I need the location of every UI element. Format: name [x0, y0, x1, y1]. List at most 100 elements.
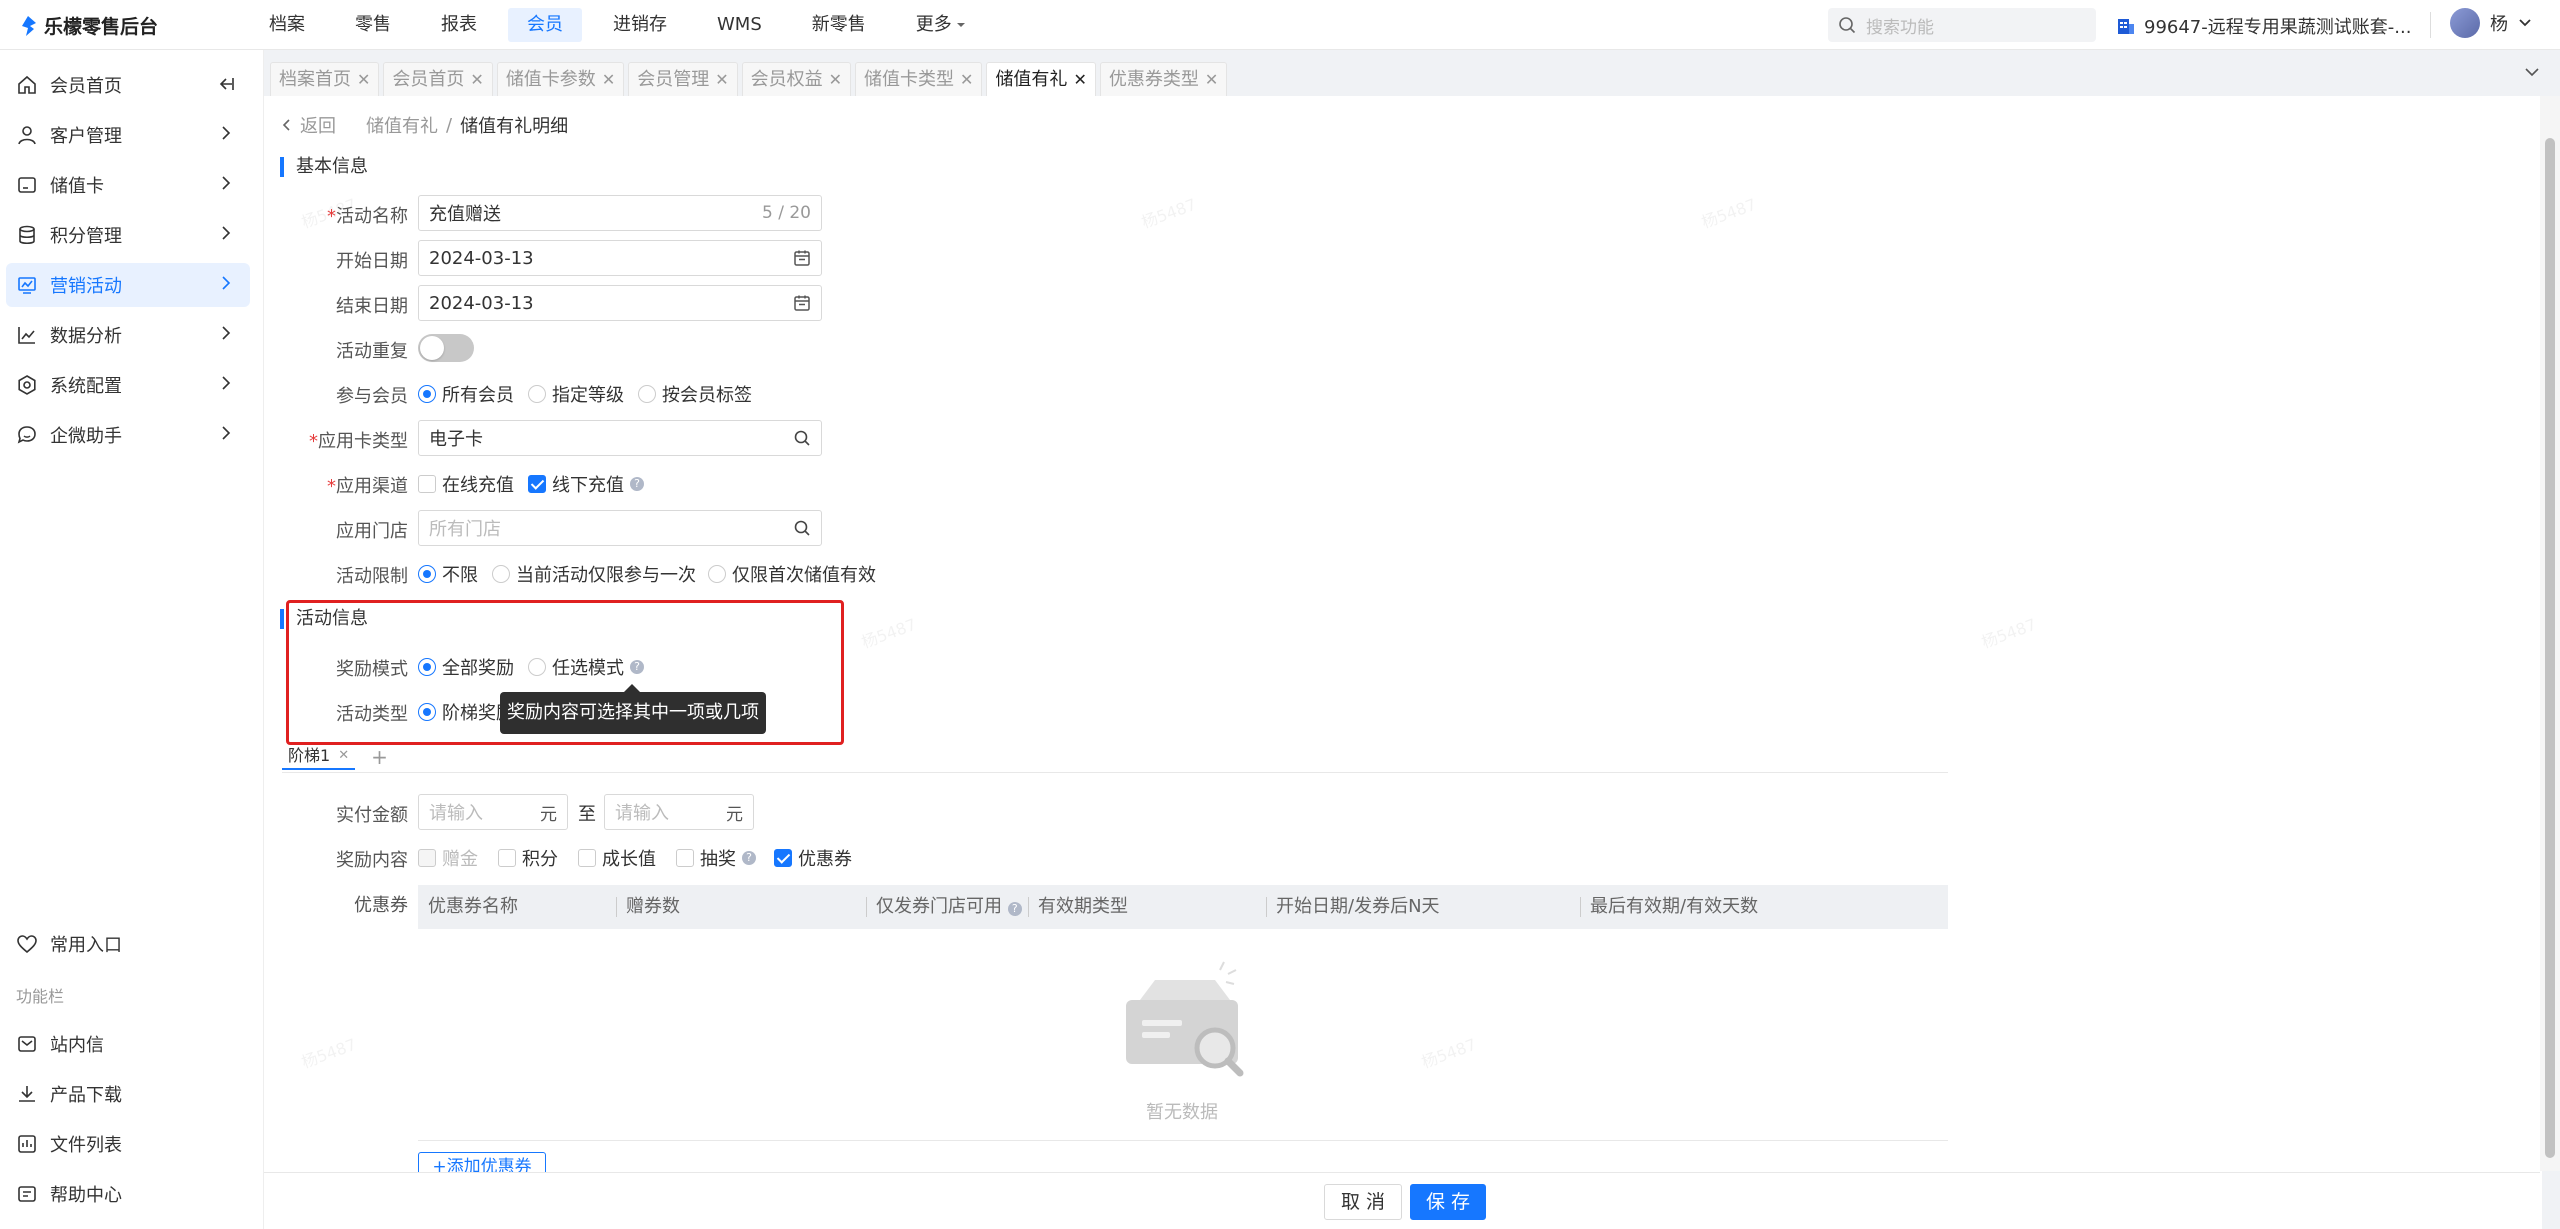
- checkbox-box: [676, 849, 694, 867]
- close-icon[interactable]: ✕: [470, 63, 483, 97]
- sidebar-item-analytics[interactable]: 数据分析: [6, 313, 250, 357]
- collapse-sidebar-icon[interactable]: [216, 74, 236, 94]
- checkbox-coupon[interactable]: 优惠券: [774, 845, 852, 871]
- nav-report[interactable]: 报表: [422, 8, 496, 42]
- nav-member[interactable]: 会员: [508, 8, 582, 42]
- save-button[interactable]: 保 存: [1410, 1184, 1486, 1220]
- radio-dot: [418, 565, 436, 583]
- input-value: 2024-03-13: [429, 292, 534, 314]
- checkbox-lottery[interactable]: 抽奖?: [676, 845, 756, 871]
- start-date-picker[interactable]: 2024-03-13: [418, 240, 822, 276]
- option-label: 抽奖: [700, 849, 736, 870]
- radio-first-recharge[interactable]: 仅限首次储值有效: [708, 561, 876, 587]
- end-date-label: 结束日期: [336, 296, 408, 317]
- sidebar-item-help[interactable]: 帮助中心: [6, 1172, 250, 1216]
- sidebar-item-member-home[interactable]: 会员首页: [6, 63, 250, 107]
- scrollbar[interactable]: [2540, 96, 2560, 1171]
- tab-stored-value-gift[interactable]: 储值有礼 ✕: [986, 62, 1096, 97]
- sidebar-item-downloads[interactable]: 产品下载: [6, 1072, 250, 1116]
- tier-tab-1[interactable]: 阶梯1 ✕: [282, 743, 356, 770]
- tab-stored-card-params[interactable]: 储值卡参数 ✕: [496, 62, 625, 97]
- sidebar-item-stored-card[interactable]: 储值卡: [6, 163, 250, 207]
- radio-member-tag[interactable]: 按会员标签: [638, 381, 752, 407]
- coupon-label: 优惠券: [354, 895, 408, 916]
- option-label: 线下充值: [552, 475, 624, 496]
- cancel-button[interactable]: 取 消: [1324, 1184, 1402, 1220]
- sidebar-item-points[interactable]: 积分管理: [6, 213, 250, 257]
- tab-member-management[interactable]: 会员管理 ✕: [628, 62, 738, 97]
- sidebar-item-messages[interactable]: 站内信: [6, 1022, 250, 1066]
- close-icon[interactable]: ✕: [829, 63, 842, 97]
- nav-more[interactable]: 更多: [897, 8, 985, 42]
- search-icon[interactable]: [793, 519, 811, 537]
- tab-label: 档案首页: [279, 68, 351, 90]
- end-date-picker[interactable]: 2024-03-13: [418, 285, 822, 321]
- empty-text: 暂无数据: [1146, 1102, 1218, 1123]
- help-icon[interactable]: ?: [742, 851, 756, 865]
- back-link[interactable]: 返回: [280, 112, 336, 138]
- divider: [282, 772, 1948, 773]
- checkbox-points[interactable]: 积分: [498, 845, 558, 871]
- chevron-left-icon: [282, 119, 290, 131]
- checkbox-online-recharge[interactable]: 在线充值: [418, 471, 514, 497]
- tab-archive-home[interactable]: 档案首页 ✕: [270, 62, 380, 97]
- sidebar-item-label: 积分管理: [50, 226, 122, 247]
- close-icon[interactable]: ✕: [602, 63, 615, 97]
- breadcrumb-parent[interactable]: 储值有礼: [366, 112, 438, 138]
- scrollbar-thumb[interactable]: [2545, 138, 2555, 1158]
- activity-name-input[interactable]: 充值赠送 5 / 20: [418, 195, 822, 231]
- tab-member-home[interactable]: 会员首页 ✕: [383, 62, 493, 97]
- checkbox-box: [528, 475, 546, 493]
- sidebar-item-favorites[interactable]: 常用入口: [6, 922, 250, 966]
- store-input[interactable]: 所有门店: [418, 510, 822, 546]
- top-nav: 档案 零售 报表 会员 进销存 WMS 新零售 更多: [250, 0, 997, 50]
- help-icon[interactable]: ?: [630, 477, 644, 491]
- app-logo[interactable]: 乐檬零售后台: [18, 12, 158, 39]
- reward-content-label: 奖励内容: [336, 850, 408, 871]
- close-icon[interactable]: ✕: [715, 63, 728, 97]
- checkbox-bonus[interactable]: 赠金: [418, 845, 478, 871]
- nav-wms[interactable]: WMS: [698, 8, 781, 42]
- nav-retail[interactable]: 零售: [336, 8, 410, 42]
- nav-archive[interactable]: 档案: [250, 8, 324, 42]
- radio-once-only[interactable]: 当前活动仅限参与一次: [492, 561, 696, 587]
- sidebar-item-marketing[interactable]: 营销活动: [6, 263, 250, 307]
- close-icon[interactable]: ✕: [1073, 63, 1086, 97]
- radio-all-members[interactable]: 所有会员: [418, 381, 514, 407]
- checkbox-box: [578, 849, 596, 867]
- column-header: 赠券数: [616, 885, 866, 929]
- search-icon[interactable]: [793, 429, 811, 447]
- close-icon[interactable]: ✕: [960, 63, 973, 97]
- radio-specified-level[interactable]: 指定等级: [528, 381, 624, 407]
- home-icon: [18, 75, 36, 94]
- radio-no-limit[interactable]: 不限: [418, 561, 478, 587]
- tier-tabs: 阶梯1 ✕ +: [282, 744, 388, 770]
- feature-search[interactable]: 搜索功能: [1828, 8, 2096, 42]
- nav-inventory[interactable]: 进销存: [594, 8, 686, 42]
- sidebar-item-wecom-assistant[interactable]: 企微助手: [6, 413, 250, 457]
- sidebar-item-settings[interactable]: 系统配置: [6, 363, 250, 407]
- store-selector[interactable]: 99647-远程专用果蔬测试账套-...: [2116, 13, 2411, 39]
- card-type-input[interactable]: 电子卡: [418, 420, 822, 456]
- help-icon[interactable]: ?: [1007, 902, 1022, 916]
- close-icon[interactable]: ✕: [1205, 63, 1218, 97]
- sidebar-item-files[interactable]: 文件列表: [6, 1122, 250, 1166]
- amount-min-input[interactable]: 请输入 元: [418, 794, 568, 830]
- sidebar-item-label: 帮助中心: [50, 1185, 122, 1206]
- sidebar-item-customers[interactable]: 客户管理: [6, 113, 250, 157]
- user-menu[interactable]: 杨: [2450, 8, 2532, 38]
- close-icon[interactable]: ✕: [357, 63, 370, 97]
- amount-max-input[interactable]: 请输入 元: [604, 794, 754, 830]
- checkbox-growth[interactable]: 成长值: [578, 845, 656, 871]
- tab-stored-card-types[interactable]: 储值卡类型 ✕: [855, 62, 983, 97]
- checkbox-offline-recharge[interactable]: 线下充值?: [528, 471, 644, 497]
- repeat-toggle[interactable]: [418, 334, 474, 362]
- radio-dot: [492, 565, 510, 583]
- close-icon[interactable]: ✕: [338, 743, 349, 769]
- tabs-menu-icon[interactable]: [2522, 62, 2542, 82]
- tab-coupon-types[interactable]: 优惠券类型 ✕: [1099, 62, 1228, 97]
- add-tier-button[interactable]: +: [371, 745, 388, 769]
- nav-new-retail[interactable]: 新零售: [793, 8, 885, 42]
- char-count: 5 / 20: [762, 203, 811, 223]
- tab-member-benefits[interactable]: 会员权益 ✕: [741, 62, 852, 97]
